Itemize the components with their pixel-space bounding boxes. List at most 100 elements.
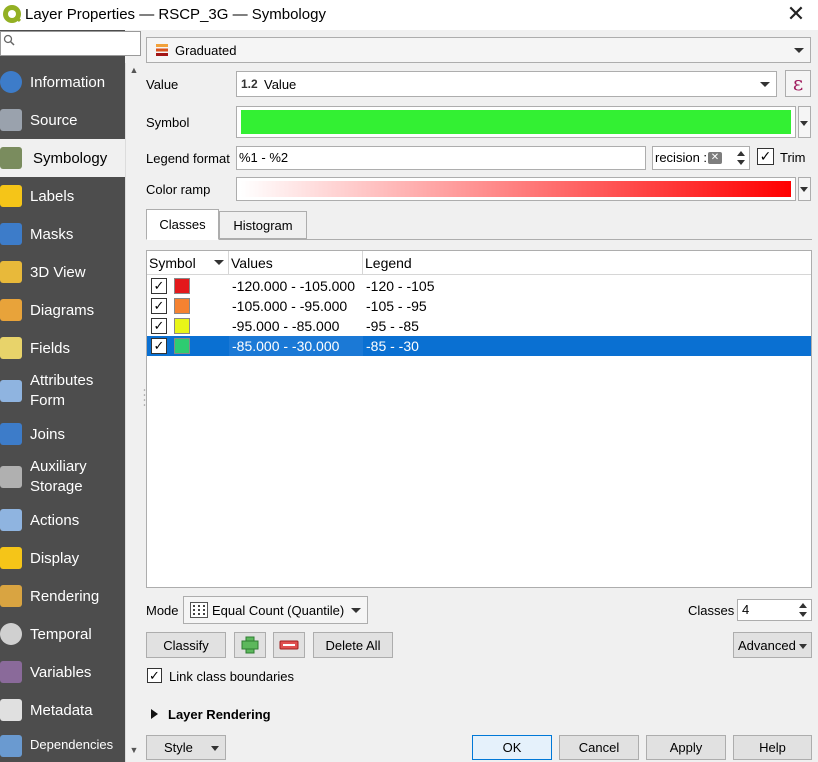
actions-gear-icon	[0, 509, 22, 531]
diagram-icon	[0, 299, 22, 321]
symbol-button[interactable]	[236, 106, 796, 138]
legend-format-label: Legend format	[146, 151, 230, 166]
sidebar-item-information[interactable]: Information	[0, 63, 125, 101]
sidebar-item-symbology[interactable]: Symbology	[0, 139, 125, 177]
sidebar-item-masks[interactable]: Masks	[0, 215, 125, 253]
spin-arrows-icon[interactable]	[796, 600, 810, 620]
close-button[interactable]: ✕	[780, 1, 812, 29]
renderer-type-combo[interactable]: Graduated	[146, 37, 811, 63]
title-bar: Layer Properties — RSCP_3G — Symbology ✕	[0, 0, 818, 30]
sidebar-item-metadata[interactable]: Metadata	[0, 691, 125, 729]
clock-icon	[0, 623, 22, 645]
remove-class-button[interactable]	[273, 632, 305, 658]
sort-arrow-icon	[214, 260, 224, 265]
sidebar-item-label: Symbology	[33, 149, 108, 167]
form-icon	[0, 380, 22, 402]
ok-button[interactable]: OK	[472, 735, 552, 760]
column-header-legend[interactable]: Legend	[363, 251, 811, 275]
style-button[interactable]: Style	[146, 735, 226, 760]
help-button[interactable]: Help	[733, 735, 812, 760]
sidebar: Information Source Symbology Labels Masks 3D …	[0, 30, 125, 762]
sidebar-item-label: Fields	[30, 339, 71, 357]
trim-checkbox[interactable]: ✓	[757, 148, 774, 165]
apply-button[interactable]: Apply	[646, 735, 726, 760]
table-row[interactable]: ✓ -95.000 - -85.000 -95 - -85	[147, 316, 811, 336]
table-row[interactable]: ✓ -85.000 - -30.000 -85 - -30	[147, 336, 811, 356]
sidebar-item-dependencies[interactable]: Dependencies	[0, 729, 125, 762]
color-ramp-button[interactable]	[236, 177, 796, 201]
symbol-dropdown-button[interactable]	[798, 106, 811, 138]
chevron-down-icon	[760, 82, 770, 87]
fields-icon	[0, 337, 22, 359]
delete-all-button[interactable]: Delete All	[313, 632, 393, 658]
column-header-values[interactable]: Values	[229, 251, 363, 275]
clear-icon[interactable]: ✕	[708, 152, 722, 164]
sidebar-item-rendering[interactable]: Rendering	[0, 577, 125, 615]
class-color-swatch[interactable]	[174, 318, 190, 334]
chevron-down-icon	[799, 644, 807, 649]
classify-button[interactable]: Classify	[146, 632, 226, 658]
info-icon	[0, 71, 22, 93]
sidebar-item-label: Attributes Form	[30, 371, 93, 411]
class-values[interactable]: -105.000 - -95.000	[232, 298, 347, 314]
value-field-combo[interactable]: 1.2 Value	[236, 71, 777, 97]
sidebar-item-labels[interactable]: Labels	[0, 177, 125, 215]
sidebar-item-label-line: Attributes	[30, 372, 94, 389]
color-ramp-dropdown-button[interactable]	[798, 177, 811, 201]
mode-combo[interactable]: Equal Count (Quantile)	[183, 596, 368, 624]
style-button-label: Style	[164, 740, 193, 755]
class-legend[interactable]: -105 - -95	[366, 298, 427, 314]
expression-button[interactable]: ε	[785, 70, 811, 97]
sidebar-scrollbar[interactable]: ▲ ▼	[125, 63, 141, 762]
sidebar-item-3d-view[interactable]: 3D View	[0, 253, 125, 291]
add-class-button[interactable]	[234, 632, 266, 658]
spin-arrows-icon[interactable]	[733, 147, 749, 169]
class-visible-checkbox[interactable]: ✓	[151, 318, 167, 334]
scroll-down-arrow-icon[interactable]: ▼	[126, 745, 142, 759]
advanced-button[interactable]: Advanced	[733, 632, 812, 658]
sidebar-item-joins[interactable]: Joins	[0, 415, 125, 453]
class-color-swatch[interactable]	[174, 278, 190, 294]
cancel-button[interactable]: Cancel	[559, 735, 639, 760]
mode-label: Mode	[146, 603, 179, 618]
legend-format-input[interactable]: %1 - %2	[236, 146, 646, 170]
sidebar-item-attributes-form[interactable]: Attributes Form	[0, 367, 125, 415]
class-color-swatch[interactable]	[174, 338, 190, 354]
tab-classes[interactable]: Classes	[146, 209, 219, 240]
table-row[interactable]: ✓ -120.000 - -105.000 -120 - -105	[147, 276, 811, 296]
class-legend[interactable]: -120 - -105	[366, 278, 434, 294]
class-visible-checkbox[interactable]: ✓	[151, 298, 167, 314]
classes-table[interactable]: Symbol Values Legend ✓ -120.000 - -105.00…	[146, 250, 812, 588]
expand-arrow-icon[interactable]	[151, 709, 158, 719]
class-visible-checkbox[interactable]: ✓	[151, 338, 167, 354]
tab-histogram[interactable]: Histogram	[219, 211, 307, 239]
link-class-boundaries-checkbox[interactable]: ✓	[147, 668, 162, 683]
sidebar-item-fields[interactable]: Fields	[0, 329, 125, 367]
class-color-swatch[interactable]	[174, 298, 190, 314]
layer-rendering-section[interactable]: Layer Rendering	[168, 707, 271, 722]
sidebar-item-temporal[interactable]: Temporal	[0, 615, 125, 653]
sidebar-search-input[interactable]	[0, 31, 141, 56]
column-header-symbol[interactable]: Symbol	[147, 251, 229, 275]
search-icon	[3, 34, 15, 46]
sidebar-item-auxiliary-storage[interactable]: Auxiliary Storage	[0, 453, 125, 501]
chevron-down-icon	[351, 608, 361, 613]
sidebar-item-variables[interactable]: Variables	[0, 653, 125, 691]
sidebar-item-actions[interactable]: Actions	[0, 501, 125, 539]
class-legend[interactable]: -85 - -30	[366, 338, 419, 354]
color-ramp-label: Color ramp	[146, 182, 211, 197]
class-values[interactable]: -120.000 - -105.000	[232, 278, 355, 294]
variables-icon	[0, 661, 22, 683]
chevron-down-icon	[794, 48, 804, 53]
class-legend[interactable]: -95 - -85	[366, 318, 419, 334]
scroll-up-arrow-icon[interactable]: ▲	[126, 65, 142, 79]
sidebar-item-source[interactable]: Source	[0, 101, 125, 139]
renderer-type-label: Graduated	[175, 43, 237, 58]
class-values[interactable]: -85.000 - -30.000	[232, 338, 339, 354]
table-row[interactable]: ✓ -105.000 - -95.000 -105 - -95	[147, 296, 811, 316]
display-bubble-icon	[0, 547, 22, 569]
class-visible-checkbox[interactable]: ✓	[151, 278, 167, 294]
class-values[interactable]: -95.000 - -85.000	[232, 318, 339, 334]
sidebar-item-display[interactable]: Display	[0, 539, 125, 577]
sidebar-item-diagrams[interactable]: Diagrams	[0, 291, 125, 329]
